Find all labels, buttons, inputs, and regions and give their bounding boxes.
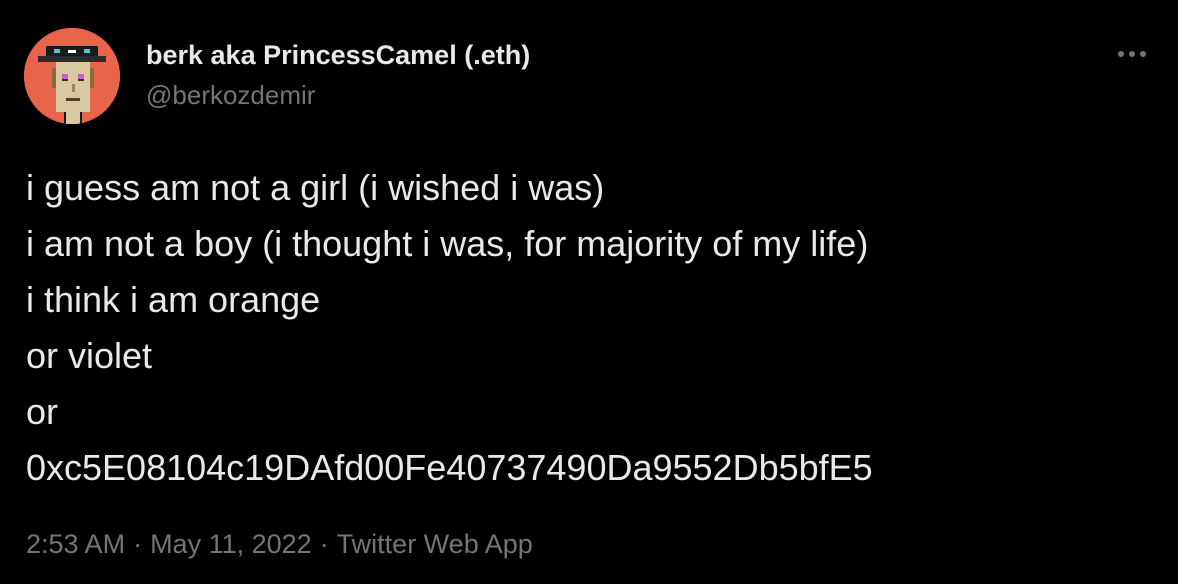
- more-horizontal-icon: [1118, 51, 1146, 57]
- tweet-text-line: i guess am not a girl (i wished i was): [26, 167, 605, 208]
- tweet-text-line: i think i am orange: [26, 279, 321, 320]
- tweet-text-line: i am not a boy (i thought i was, for maj…: [26, 223, 869, 264]
- avatar[interactable]: [24, 28, 120, 124]
- meta-separator: ·: [319, 529, 329, 559]
- tweet-metadata: 2:53 AM · May 11, 2022 · Twitter Web App: [26, 526, 533, 562]
- tweet-text-line: 0xc5E08104c19DAfd00Fe40737490Da9552Db5bf…: [26, 447, 873, 488]
- tweet-header: berk aka PrincessCamel (.eth) @berkozdem…: [146, 38, 530, 112]
- tweet-text: i guess am not a girl (i wished i was) i…: [26, 160, 873, 496]
- tweet-timestamp[interactable]: 2:53 AM: [26, 529, 125, 559]
- meta-separator: ·: [133, 529, 143, 559]
- tweet-card: berk aka PrincessCamel (.eth) @berkozdem…: [0, 0, 1178, 584]
- display-name[interactable]: berk aka PrincessCamel (.eth): [146, 38, 530, 72]
- tweet-text-line: or violet: [26, 335, 153, 376]
- tweet-source[interactable]: Twitter Web App: [337, 529, 533, 559]
- more-options-button[interactable]: [1114, 42, 1150, 66]
- user-handle[interactable]: @berkozdemir: [146, 78, 530, 112]
- tweet-text-line: or: [26, 391, 59, 432]
- pixel-art-avatar-icon: [24, 28, 120, 124]
- tweet-date[interactable]: May 11, 2022: [150, 529, 312, 559]
